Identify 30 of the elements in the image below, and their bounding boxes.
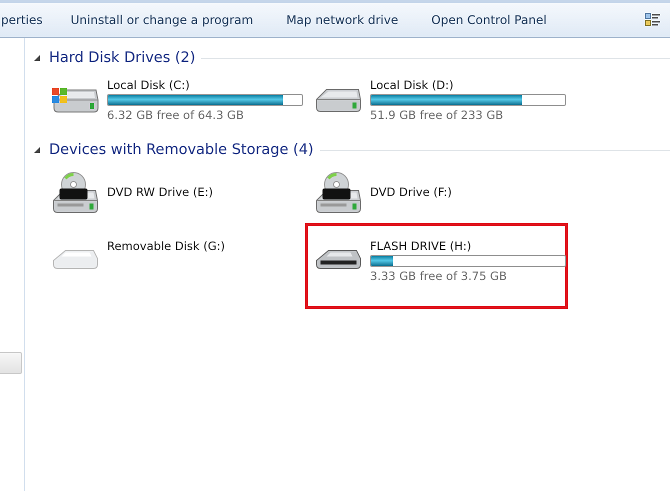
flash-drive-icon [316, 250, 360, 268]
toolbar-button[interactable]: Uninstall or change a program [70, 13, 254, 27]
scroll-thumb[interactable] [0, 352, 22, 374]
drive-tile[interactable]: Local Disk (C:) 6.32 GB free of 64.3 GB [42, 69, 305, 131]
hard-drive-icon [316, 88, 360, 112]
view-options-icon[interactable] [645, 13, 661, 27]
drive-name: DVD RW Drive (E:) [107, 185, 214, 199]
collapse-arrow-icon[interactable] [34, 54, 41, 62]
drive-name: Local Disk (C:) [107, 78, 191, 92]
toolbar-button[interactable]: Open Control Panel [431, 13, 547, 27]
drive-tile[interactable]: DVD Drive (F:) [305, 161, 568, 223]
system-drive-icon [51, 87, 99, 113]
drive-name: Local Disk (D:) [370, 78, 455, 92]
toolbar-button[interactable]: perties [1, 13, 43, 27]
free-space-text: 3.33 GB free of 3.75 GB [370, 269, 508, 283]
drive-name: DVD Drive (F:) [370, 185, 452, 199]
drive-name: FLASH DRIVE (H:) [370, 239, 472, 253]
toolbar-button[interactable]: Map network drive [286, 13, 398, 27]
drive-tile[interactable]: DVD RW Drive (E:) [42, 161, 305, 223]
drive-tile[interactable]: Removable Disk (G:) [42, 223, 305, 309]
drive-tile[interactable]: Local Disk (D:) 51.9 GB free of 233 GB [305, 69, 568, 131]
group-heading: Devices with Removable Storage (4) [49, 142, 314, 158]
drive-name: Removable Disk (G:) [107, 239, 225, 253]
dvd-drive-icon [52, 172, 98, 212]
dvd-drive-icon [316, 172, 360, 212]
free-space-text: 51.9 GB free of 233 GB [370, 108, 504, 122]
group-heading: Hard Disk Drives (2) [49, 50, 196, 66]
collapse-arrow-icon[interactable] [34, 146, 41, 154]
highlighted-drive-tile[interactable]: FLASH DRIVE (H:) 3.33 GB free of 3.75 GB [305, 223, 568, 309]
free-space-text: 6.32 GB free of 64.3 GB [107, 108, 245, 122]
